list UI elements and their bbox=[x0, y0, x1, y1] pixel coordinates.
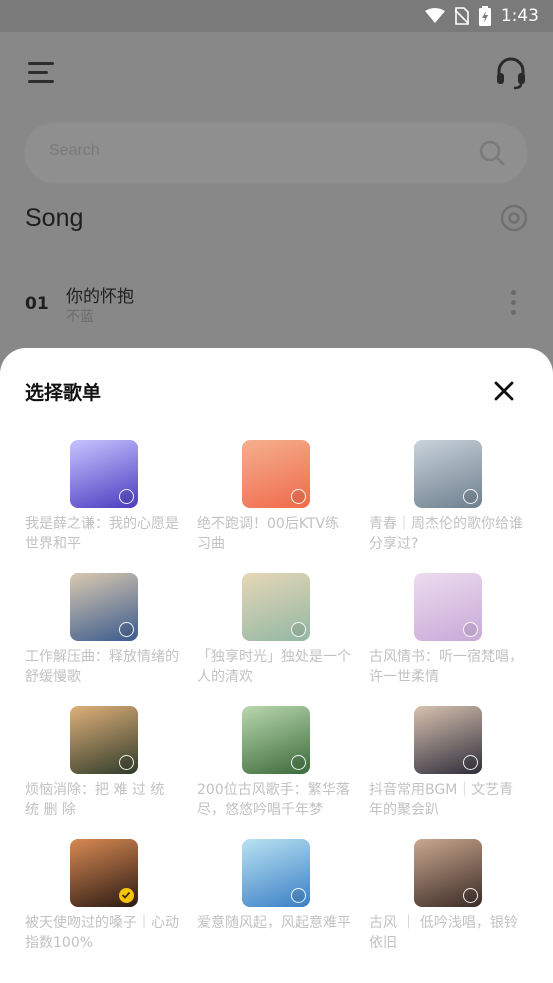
playlist-title: 「独享时光」独处是一个人的清欢 bbox=[197, 649, 351, 685]
song-artist: 不蓝 bbox=[66, 309, 94, 325]
playlist-cover-image[interactable] bbox=[70, 706, 138, 774]
unchecked-circle-icon[interactable] bbox=[463, 888, 478, 903]
playlist-card[interactable]: 200位古风歌手：繁华落尽，悠悠吟唱千年梦 bbox=[197, 706, 357, 826]
playlist-cover-image[interactable] bbox=[70, 573, 138, 641]
song-row[interactable]: 01 你的怀抱 不蓝 bbox=[0, 272, 553, 332]
playlist-card[interactable]: 被天使吻过的嗓子｜心动指数100% bbox=[25, 839, 185, 959]
playlist-card[interactable]: 古风 ｜ 低吟浅唱，银铃依旧 bbox=[369, 839, 529, 959]
search-placeholder: Search bbox=[49, 142, 100, 159]
checked-circle-icon[interactable] bbox=[119, 888, 134, 903]
playlist-title: 工作解压曲：释放情绪的舒缓慢歌 bbox=[25, 649, 179, 685]
playlist-title: 被天使吻过的嗓子｜心动指数100% bbox=[25, 915, 179, 951]
playlist-card[interactable]: 烦恼消除：把 难 过 统 统 删 除 bbox=[25, 706, 185, 826]
playlist-cover-image[interactable] bbox=[242, 440, 310, 508]
playlist-title: 抖音常用BGM｜文艺青年的聚会趴 bbox=[369, 782, 514, 818]
unchecked-circle-icon[interactable] bbox=[291, 888, 306, 903]
playlist-title: 爱意随风起，风起意难平 bbox=[197, 915, 351, 931]
unchecked-circle-icon[interactable] bbox=[463, 622, 478, 637]
playlist-cover-image[interactable] bbox=[414, 839, 482, 907]
playlist-title: 200位古风歌手：繁华落尽，悠悠吟唱千年梦 bbox=[197, 782, 350, 818]
playlist-title: 我是薛之谦：我的心愿是世界和平 bbox=[25, 516, 179, 552]
unchecked-circle-icon[interactable] bbox=[119, 622, 134, 637]
close-icon[interactable] bbox=[489, 376, 519, 406]
playlist-card[interactable]: 绝不跑调！00后KTV练习曲 bbox=[197, 440, 357, 560]
wifi-icon bbox=[424, 8, 445, 23]
menu-icon[interactable] bbox=[28, 60, 56, 86]
playlist-cover-image[interactable] bbox=[414, 706, 482, 774]
select-playlist-sheet: 选择歌单 我是薛之谦：我的心愿是世界和平 绝不跑调！00后KTV练习曲 青春｜周杰伦… bbox=[0, 348, 553, 983]
sheet-title: 选择歌单 bbox=[25, 382, 102, 404]
playlist-card[interactable]: 青春｜周杰伦的歌你给谁分享过? bbox=[369, 440, 529, 560]
playlist-card[interactable]: 工作解压曲：释放情绪的舒缓慢歌 bbox=[25, 573, 185, 693]
status-time: 1:43 bbox=[500, 6, 539, 26]
unchecked-circle-icon[interactable] bbox=[291, 622, 306, 637]
status-bar: 1:43 bbox=[0, 0, 553, 32]
playlist-title: 烦恼消除：把 难 过 统 统 删 除 bbox=[25, 782, 165, 818]
playlist-card[interactable]: 「独享时光」独处是一个人的清欢 bbox=[197, 573, 357, 693]
playlist-cover-image[interactable] bbox=[242, 839, 310, 907]
playlist-cover-image[interactable] bbox=[414, 573, 482, 641]
unchecked-circle-icon[interactable] bbox=[119, 755, 134, 770]
unchecked-circle-icon[interactable] bbox=[291, 489, 306, 504]
playlist-title: 古风 ｜ 低吟浅唱，银铃依旧 bbox=[369, 915, 518, 951]
battery-charging-icon bbox=[478, 6, 491, 26]
playlist-cover-image[interactable] bbox=[242, 573, 310, 641]
playlist-cover-image[interactable] bbox=[242, 706, 310, 774]
playlist-cover-image[interactable] bbox=[414, 440, 482, 508]
song-title: 你的怀抱 bbox=[66, 287, 134, 307]
more-options-icon[interactable] bbox=[511, 290, 517, 318]
search-bar[interactable]: Search bbox=[24, 122, 528, 184]
headset-icon[interactable] bbox=[494, 56, 528, 90]
search-icon[interactable] bbox=[478, 139, 506, 167]
unchecked-circle-icon[interactable] bbox=[463, 489, 478, 504]
status-icons: 1:43 bbox=[424, 5, 539, 27]
playlist-card[interactable]: 古风情书：听一宿梵唱，许一世柔情 bbox=[369, 573, 529, 693]
playlist-cover-image[interactable] bbox=[70, 440, 138, 508]
playlist-title: 青春｜周杰伦的歌你给谁分享过? bbox=[369, 516, 523, 552]
playlist-cover-image[interactable] bbox=[70, 839, 138, 907]
unchecked-circle-icon[interactable] bbox=[119, 489, 134, 504]
song-number: 01 bbox=[25, 294, 49, 314]
section-title: Song bbox=[25, 204, 84, 232]
disc-icon[interactable] bbox=[500, 204, 528, 232]
unchecked-circle-icon[interactable] bbox=[291, 755, 306, 770]
unchecked-circle-icon[interactable] bbox=[463, 755, 478, 770]
playlist-card[interactable]: 爱意随风起，风起意难平 bbox=[197, 839, 357, 959]
playlist-title: 绝不跑调！00后KTV练习曲 bbox=[197, 516, 340, 552]
no-sim-icon bbox=[454, 7, 469, 25]
playlist-card[interactable]: 我是薛之谦：我的心愿是世界和平 bbox=[25, 440, 185, 560]
playlist-title: 古风情书：听一宿梵唱，许一世柔情 bbox=[369, 649, 523, 685]
playlist-card[interactable]: 抖音常用BGM｜文艺青年的聚会趴 bbox=[369, 706, 529, 826]
